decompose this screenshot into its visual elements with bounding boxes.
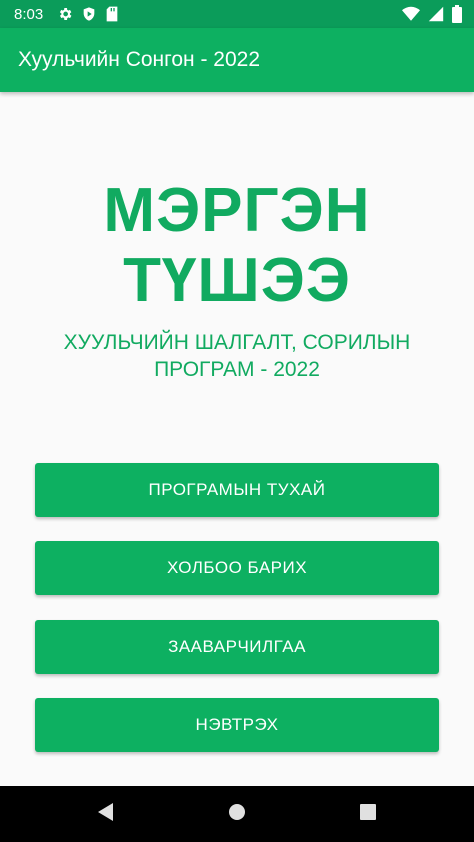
recents-icon — [360, 804, 376, 824]
contact-button[interactable]: ХОЛБОО БАРИХ — [35, 541, 439, 595]
home-button[interactable] — [223, 800, 251, 828]
play-protect-icon — [81, 6, 97, 22]
sd-card-icon — [105, 6, 119, 22]
hero-subtitle-line1: ХУУЛЬЧИЙН ШАЛГАЛТ, СОРИЛЫН — [63, 331, 411, 354]
hero-title-line1: МЭРГЭН — [103, 176, 371, 245]
hero-title-line2: ТҮШЭЭ — [123, 246, 351, 315]
wifi-icon — [402, 6, 420, 22]
navigation-bar — [0, 786, 474, 842]
signal-icon — [428, 6, 444, 22]
instructions-button[interactable]: ЗААВАРЧИЛГАА — [35, 620, 439, 674]
hero-subtitle-line2: ПРОГРАМ - 2022 — [154, 358, 320, 381]
login-button[interactable]: НЭВТРЭХ — [35, 698, 439, 752]
app-bar: Хуульчийн Сонгон - 2022 — [0, 28, 474, 92]
recents-button[interactable] — [354, 800, 382, 828]
app-screen: 8:03 Хуульчийн Сонгон - 2022 МЭРГЭН ТҮШЭ… — [0, 0, 474, 842]
settings-icon — [57, 6, 73, 22]
status-left-icons — [57, 6, 119, 22]
battery-icon — [452, 5, 462, 23]
back-button[interactable] — [92, 800, 120, 828]
back-icon — [97, 802, 115, 826]
app-bar-title: Хуульчийн Сонгон - 2022 — [18, 48, 261, 71]
about-program-button[interactable]: ПРОГРАМЫН ТУХАЙ — [35, 463, 439, 517]
home-icon — [228, 803, 246, 825]
status-bar: 8:03 — [0, 0, 474, 28]
status-time: 8:03 — [14, 5, 44, 23]
status-right-icons — [402, 5, 462, 23]
